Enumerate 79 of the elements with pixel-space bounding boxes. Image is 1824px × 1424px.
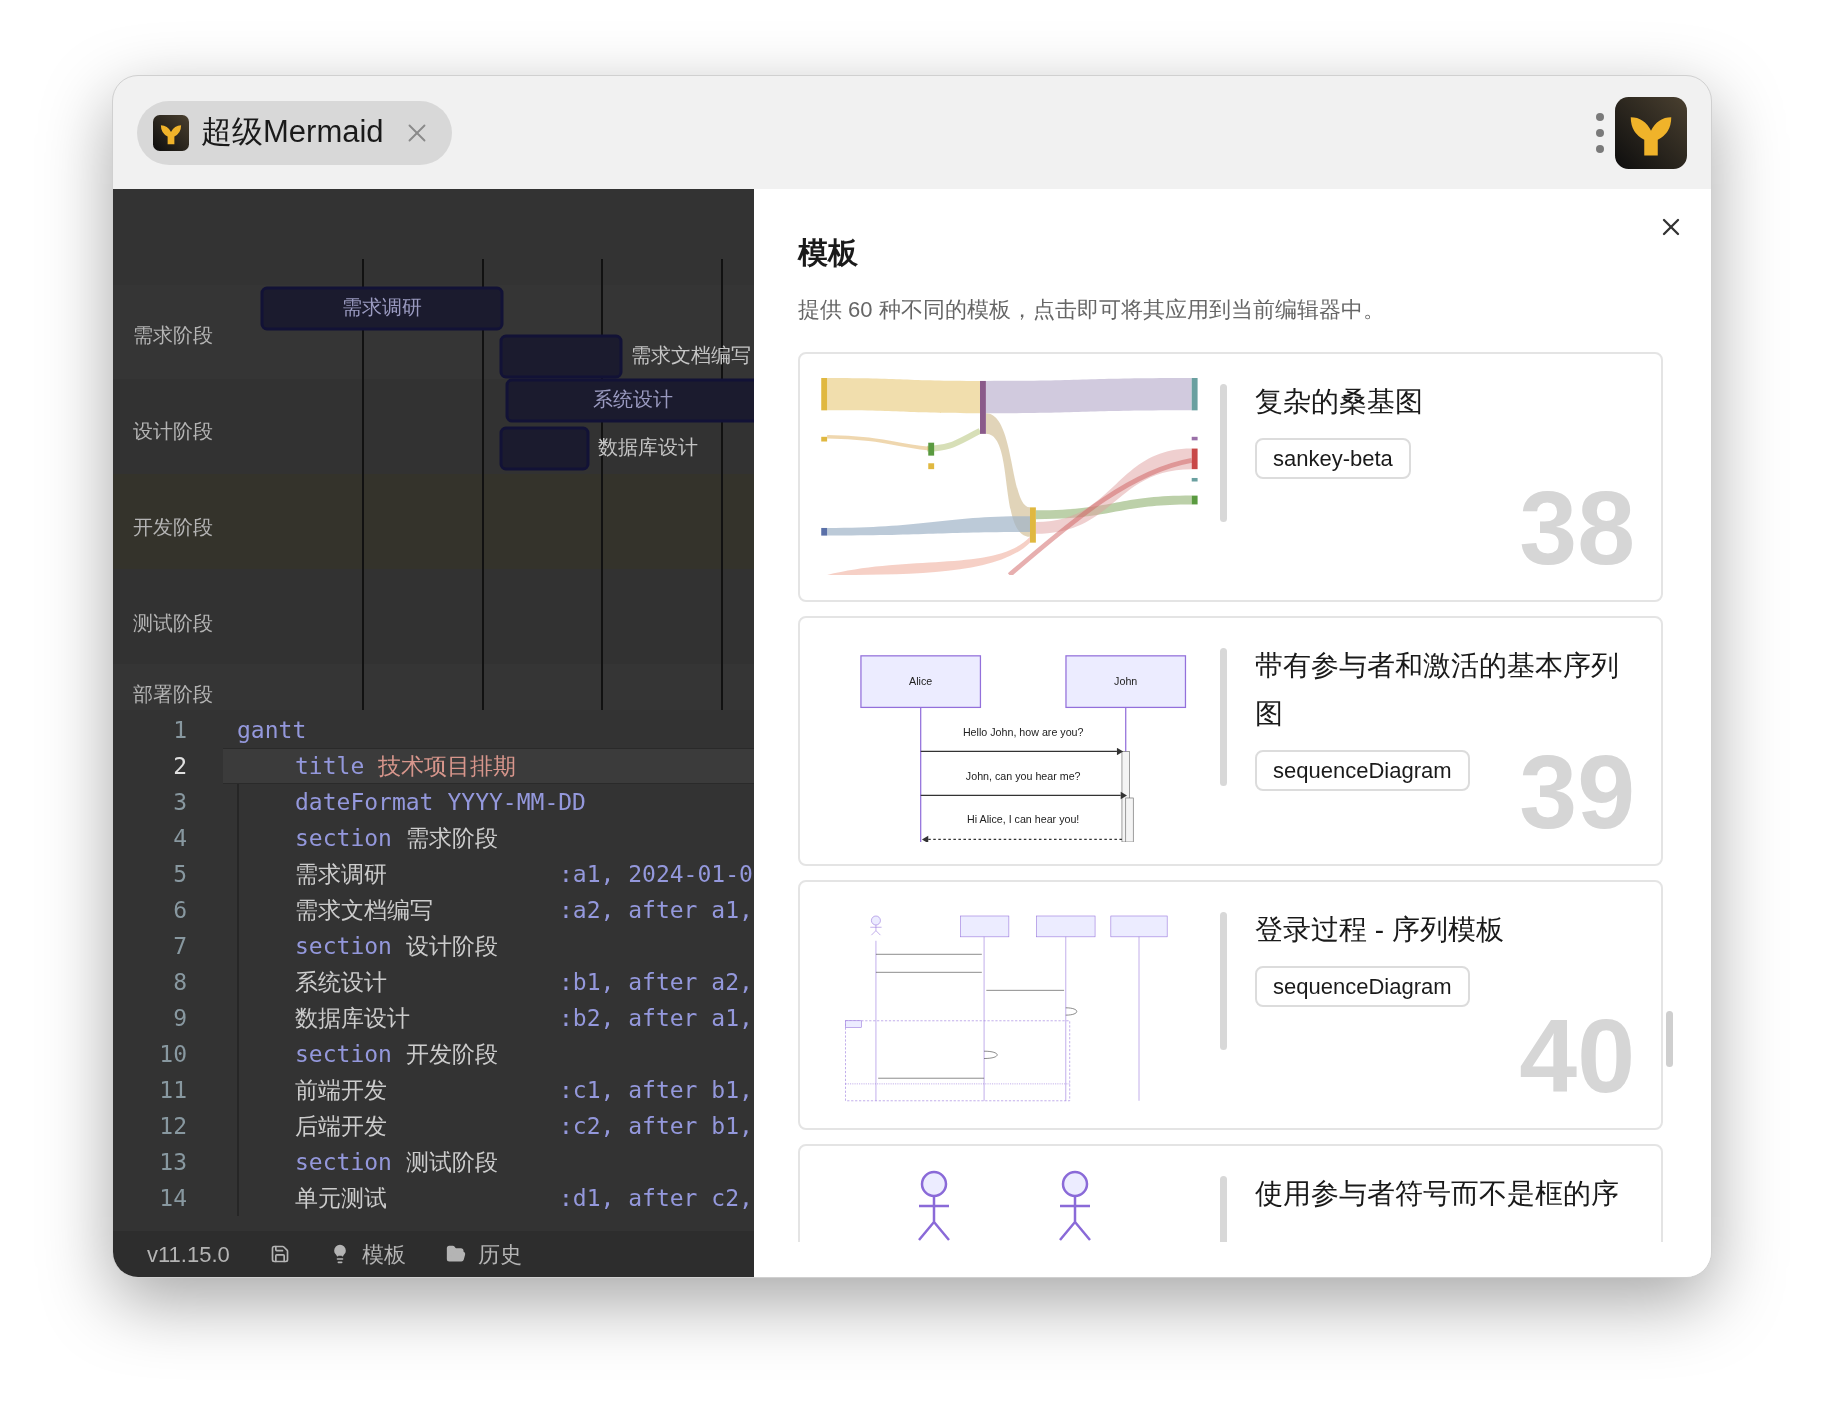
code-token: dateFormat bbox=[295, 787, 434, 817]
code-token: section bbox=[295, 931, 392, 961]
template-tag: sequenceDiagram bbox=[1255, 966, 1470, 1007]
section-label: 开发阶段 bbox=[133, 516, 213, 539]
task-label: 需求调研 bbox=[342, 296, 422, 319]
template-title: 使用参与者符号而不是框的序 bbox=[1255, 1177, 1620, 1211]
templates-button[interactable]: 模板 bbox=[329, 1237, 406, 1271]
code-token: 需求文档编写 bbox=[295, 895, 434, 925]
template-tag: sankey-beta bbox=[1255, 438, 1411, 479]
code-token: :d1, after c2, bbox=[559, 1183, 753, 1213]
tab-title: 超级Mermaid bbox=[201, 113, 384, 152]
template-title: 登录过程 - 序列模板 bbox=[1255, 913, 1505, 947]
task-label: 数据库设计 bbox=[598, 436, 698, 459]
message-label: Hello John, how are you? bbox=[962, 726, 1084, 738]
section-label: 部署阶段 bbox=[133, 683, 213, 706]
participant-label: Alice bbox=[909, 675, 933, 688]
code-token: 技术项目排期 bbox=[378, 751, 517, 781]
save-icon bbox=[269, 1244, 290, 1265]
code-token: :c1, after b1, bbox=[559, 1075, 753, 1105]
section-label: 测试阶段 bbox=[133, 612, 213, 635]
actor-drawing bbox=[917, 1170, 951, 1242]
line-number: 11 bbox=[158, 1075, 187, 1105]
panel-description: 提供 60 种不同的模板，点击即可将其应用到当前编辑器中。 bbox=[798, 296, 1386, 324]
participant-label: John bbox=[1114, 675, 1138, 688]
message-label: John, can you hear me? bbox=[965, 770, 1081, 783]
template-title: 带有参与者和激活的基本序列图 bbox=[1255, 649, 1620, 731]
code-token: :c2, after b1, bbox=[559, 1111, 753, 1141]
code-token: 单元测试 bbox=[295, 1183, 388, 1213]
history-button[interactable]: 历史 bbox=[445, 1237, 522, 1271]
line-number: 10 bbox=[158, 1039, 187, 1069]
line-number: 8 bbox=[172, 967, 187, 997]
code-token: 后端开发 bbox=[295, 1111, 388, 1141]
line-number: 13 bbox=[158, 1147, 187, 1177]
version-label: v11.15.0 bbox=[147, 1240, 230, 1269]
line-number: 9 bbox=[172, 1003, 187, 1033]
code-token: 需求阶段 bbox=[405, 823, 498, 853]
code-token: 需求调研 bbox=[295, 859, 388, 889]
code-token: gantt bbox=[237, 715, 307, 745]
code-token: 前端开发 bbox=[295, 1075, 388, 1105]
save-button[interactable] bbox=[269, 1244, 290, 1265]
code-token: :b2, after a1, bbox=[559, 1003, 753, 1033]
task-label: 需求文档编写 bbox=[631, 344, 751, 367]
code-token: YYYY-MM-DD bbox=[447, 787, 586, 817]
message-label: Hi Alice, I can hear you! bbox=[967, 813, 1080, 826]
code-token: title bbox=[295, 751, 365, 781]
template-tag: sequenceDiagram bbox=[1255, 750, 1470, 791]
line-number: 1 bbox=[172, 715, 187, 745]
code-token: 设计阶段 bbox=[405, 931, 498, 961]
code-token: :a2, after a1, bbox=[559, 895, 753, 925]
section-label: 设计阶段 bbox=[133, 420, 213, 443]
actor-drawing bbox=[1058, 1170, 1092, 1242]
scrollbar-thumb[interactable] bbox=[1666, 1011, 1673, 1067]
line-number: 4 bbox=[172, 823, 187, 853]
line-number: 5 bbox=[172, 859, 187, 889]
line-number: 14 bbox=[158, 1183, 187, 1213]
section-label: 需求阶段 bbox=[133, 324, 213, 347]
code-token: 开发阶段 bbox=[405, 1039, 498, 1069]
code-token: :b1, after a2, bbox=[559, 967, 753, 997]
panel-title: 模板 bbox=[798, 235, 859, 271]
code-token: section bbox=[295, 1147, 392, 1177]
code-editor[interactable] bbox=[113, 710, 754, 1232]
line-number: 12 bbox=[158, 1111, 187, 1141]
code-token: section bbox=[295, 1039, 392, 1069]
code-token: 系统设计 bbox=[295, 967, 388, 997]
app-icon bbox=[1615, 96, 1687, 169]
menu-icon[interactable] bbox=[1595, 111, 1605, 154]
code-token: 数据库设计 bbox=[295, 1003, 411, 1033]
line-number: 2 bbox=[172, 751, 187, 781]
line-number: 6 bbox=[172, 895, 187, 925]
app-logo-icon bbox=[153, 114, 189, 151]
code-token: :a1, 2024-01-0 bbox=[559, 859, 753, 889]
line-number: 7 bbox=[172, 931, 187, 961]
template-title: 复杂的桑基图 bbox=[1255, 385, 1424, 419]
app-tab[interactable]: 超级Mermaid bbox=[137, 100, 452, 165]
task-label: 系统设计 bbox=[593, 388, 673, 411]
template-card[interactable]: 使用参与者符号而不是框的序 bbox=[798, 1144, 1663, 1242]
code-token: section bbox=[295, 823, 392, 853]
line-number: 3 bbox=[172, 787, 187, 817]
code-token: 测试阶段 bbox=[405, 1147, 498, 1177]
